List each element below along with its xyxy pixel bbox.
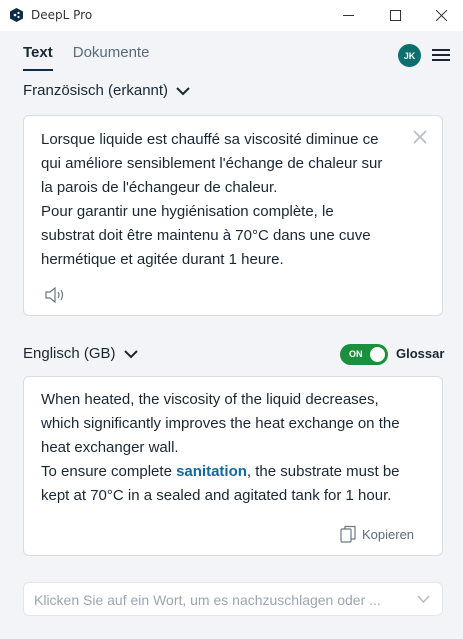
- copy-icon: [340, 525, 356, 543]
- dictionary-placeholder: Klicken Sie auf ein Wort, um es nachzusc…: [34, 592, 381, 608]
- toggle-knob: [370, 347, 385, 362]
- copy-label: Kopieren: [362, 526, 415, 542]
- chevron-down-icon: [123, 349, 138, 358]
- source-language-label: Französisch (erkannt): [23, 82, 169, 99]
- glossary-label[interactable]: Glossar: [396, 346, 444, 361]
- highlighted-word[interactable]: sanitation: [176, 463, 247, 480]
- close-icon: [435, 10, 447, 21]
- source-textarea[interactable]: Lorsque liquide est chauffé sa viscosité…: [41, 128, 411, 272]
- copy-button[interactable]: Kopieren: [340, 525, 414, 543]
- close-window-button[interactable]: [418, 0, 463, 31]
- chevron-down-icon: [176, 86, 190, 95]
- minimize-button[interactable]: [325, 0, 371, 31]
- maximize-button[interactable]: [372, 0, 418, 31]
- translation-panel: When heated, the viscosity of the liquid…: [23, 376, 443, 556]
- minimize-icon: [342, 15, 354, 16]
- deepl-logo-icon: [10, 8, 23, 22]
- hamburger-menu-icon[interactable]: [432, 48, 450, 62]
- user-avatar[interactable]: JK: [398, 44, 421, 67]
- source-language-selector[interactable]: Französisch (erkannt): [23, 82, 190, 99]
- speaker-icon[interactable]: [44, 286, 66, 304]
- mode-tabs: Text Dokumente: [23, 44, 150, 71]
- maximize-icon: [389, 10, 401, 21]
- tab-text[interactable]: Text: [23, 44, 53, 71]
- target-language-selector[interactable]: Englisch (GB): [23, 345, 138, 362]
- glossary-toggle[interactable]: ON: [340, 344, 388, 365]
- source-text-panel: Lorsque liquide est chauffé sa viscosité…: [23, 115, 443, 316]
- toggle-state-label: ON: [349, 349, 363, 359]
- title-bar: DeepL Pro: [0, 0, 463, 31]
- chevron-down-icon[interactable]: [417, 595, 430, 604]
- window-title: DeepL Pro: [31, 8, 93, 22]
- target-language-label: Englisch (GB): [23, 345, 116, 362]
- tab-documents[interactable]: Dokumente: [73, 44, 150, 69]
- dictionary-lookup-bar[interactable]: Klicken Sie auf ein Wort, um es nachzusc…: [23, 582, 443, 616]
- clear-text-icon[interactable]: [413, 130, 427, 144]
- translation-text[interactable]: When heated, the viscosity of the liquid…: [41, 388, 436, 508]
